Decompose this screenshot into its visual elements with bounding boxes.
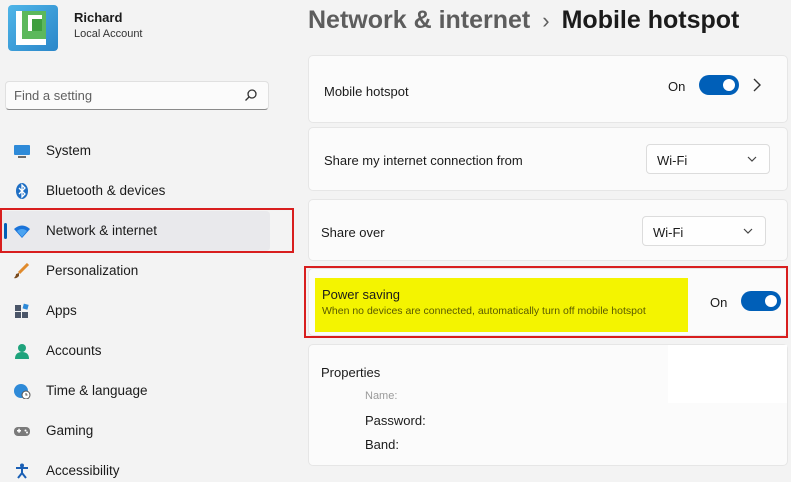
bluetooth-icon xyxy=(16,183,28,199)
share-from-value: Wi-Fi xyxy=(657,153,688,168)
properties-corner xyxy=(668,345,787,403)
sidebar-item-label: Accessibility xyxy=(46,463,120,478)
properties-band-key: Band: xyxy=(365,437,399,452)
sidebar-item-personalization[interactable]: Personalization xyxy=(0,251,270,291)
chevron-right-icon[interactable] xyxy=(753,78,761,92)
sidebar-item-label: Time & language xyxy=(46,383,148,398)
share-from-label: Share my internet connection from xyxy=(324,153,523,168)
sidebar-item-label: Gaming xyxy=(46,423,94,438)
person-icon xyxy=(15,344,29,359)
share-from-dropdown[interactable]: Wi-Fi xyxy=(646,144,770,174)
user-account-type: Local Account xyxy=(74,28,143,40)
brush-icon xyxy=(14,263,30,279)
globe-clock-icon xyxy=(14,384,31,399)
sidebar-item-gaming[interactable]: Gaming xyxy=(0,411,270,451)
share-over-label: Share over xyxy=(321,225,385,240)
avatar[interactable] xyxy=(8,5,58,51)
sidebar-item-label: System xyxy=(46,143,92,158)
chevron-down-icon xyxy=(743,228,753,234)
user-name: Richard xyxy=(74,10,123,25)
monitor-icon xyxy=(14,145,30,158)
breadcrumb-parent[interactable]: Network & internet xyxy=(308,6,530,34)
properties-title: Properties xyxy=(321,365,381,380)
chevron-down-icon xyxy=(747,156,757,162)
share-over-dropdown[interactable]: Wi-Fi xyxy=(642,216,766,246)
power-saving-highlight-frame xyxy=(304,266,788,338)
breadcrumb-separator: › xyxy=(542,8,550,33)
sidebar-item-accounts[interactable]: Accounts xyxy=(0,331,270,371)
sidebar-nav: System Bluetooth & devices Network & int… xyxy=(0,131,300,482)
search-box[interactable] xyxy=(5,81,269,110)
share-over-value: Wi-Fi xyxy=(653,225,684,240)
sidebar-item-label: Bluetooth & devices xyxy=(46,183,166,198)
mobile-hotspot-label: Mobile hotspot xyxy=(324,84,409,99)
sidebar-item-label: Personalization xyxy=(46,263,139,278)
sidebar-item-label: Accounts xyxy=(46,343,102,358)
apps-icon xyxy=(15,303,29,318)
sidebar-item-system[interactable]: System xyxy=(0,131,270,171)
page-title: Mobile hotspot xyxy=(561,6,740,34)
gamepad-icon xyxy=(14,427,30,436)
sidebar-item-bluetooth[interactable]: Bluetooth & devices xyxy=(0,171,270,211)
sidebar-item-time-language[interactable]: Time & language xyxy=(0,371,270,411)
sidebar-item-apps[interactable]: Apps xyxy=(0,291,270,331)
mobile-hotspot-toggle[interactable] xyxy=(699,75,739,95)
breadcrumb: Network & internet › Mobile hotspot xyxy=(308,6,739,40)
accessibility-icon xyxy=(16,463,28,479)
search-input[interactable] xyxy=(6,82,236,109)
network-highlight-frame xyxy=(0,208,294,253)
properties-password-key: Password: xyxy=(365,413,426,428)
mobile-hotspot-state: On xyxy=(668,79,686,94)
sidebar-item-label: Apps xyxy=(46,303,77,318)
sidebar: Richard Local Account System Bluetooth &… xyxy=(0,0,300,482)
properties-name-key: Name: xyxy=(365,390,398,402)
avatar-logo-icon xyxy=(16,11,46,45)
search-icon[interactable] xyxy=(244,88,258,102)
sidebar-item-accessibility[interactable]: Accessibility xyxy=(0,451,270,482)
